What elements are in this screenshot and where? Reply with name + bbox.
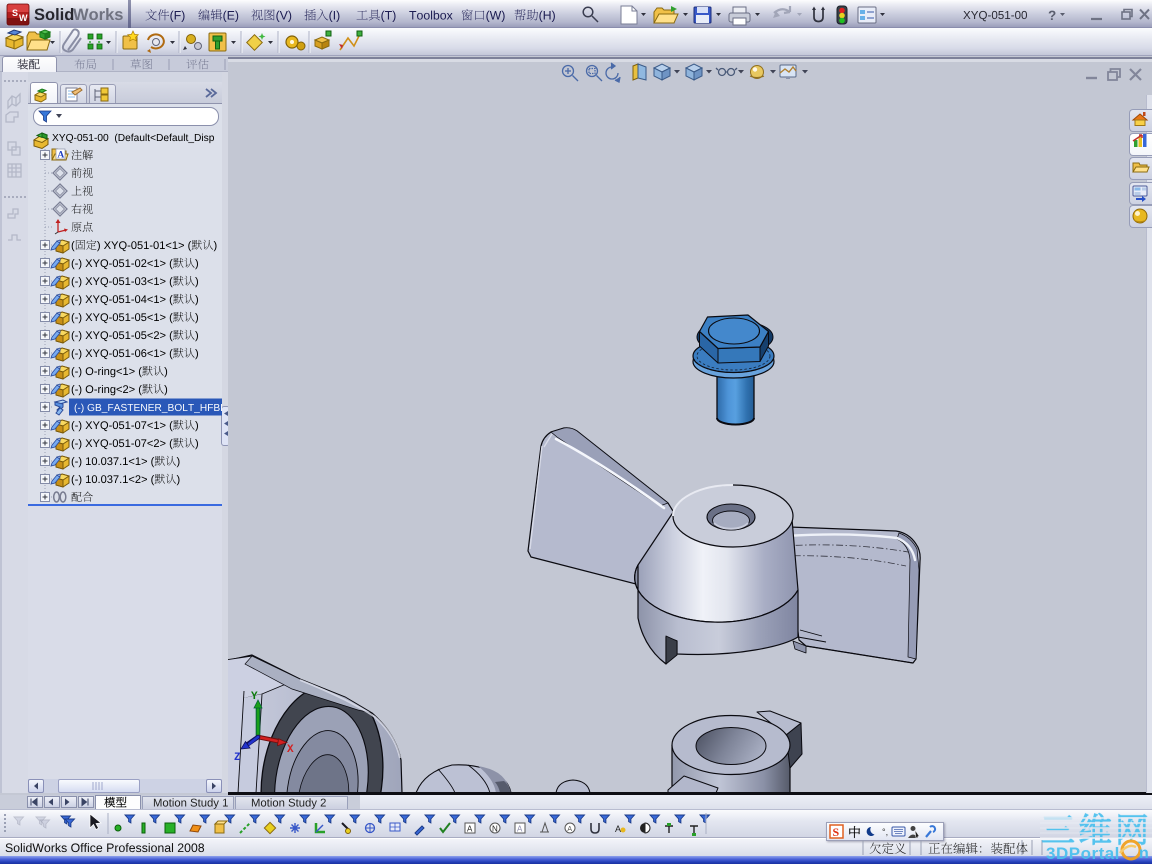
svg-text:A: A — [467, 825, 473, 834]
svg-text:3DPortal: 3DPortal — [1046, 844, 1120, 863]
svg-text:W: W — [19, 13, 28, 23]
svg-text:Z: Z — [234, 752, 241, 764]
svg-text:S: S — [12, 8, 18, 18]
svg-text:A: A — [615, 824, 621, 834]
svg-text:°,: °, — [882, 827, 888, 837]
svg-text:n: n — [1139, 845, 1149, 862]
svg-text:A: A — [57, 151, 64, 161]
svg-text:X: X — [287, 744, 294, 756]
svg-text:A: A — [517, 825, 523, 834]
svg-text:A: A — [567, 826, 572, 833]
svg-text:Y: Y — [251, 691, 258, 703]
svg-text:S: S — [833, 825, 840, 839]
svg-text:N: N — [492, 825, 498, 834]
